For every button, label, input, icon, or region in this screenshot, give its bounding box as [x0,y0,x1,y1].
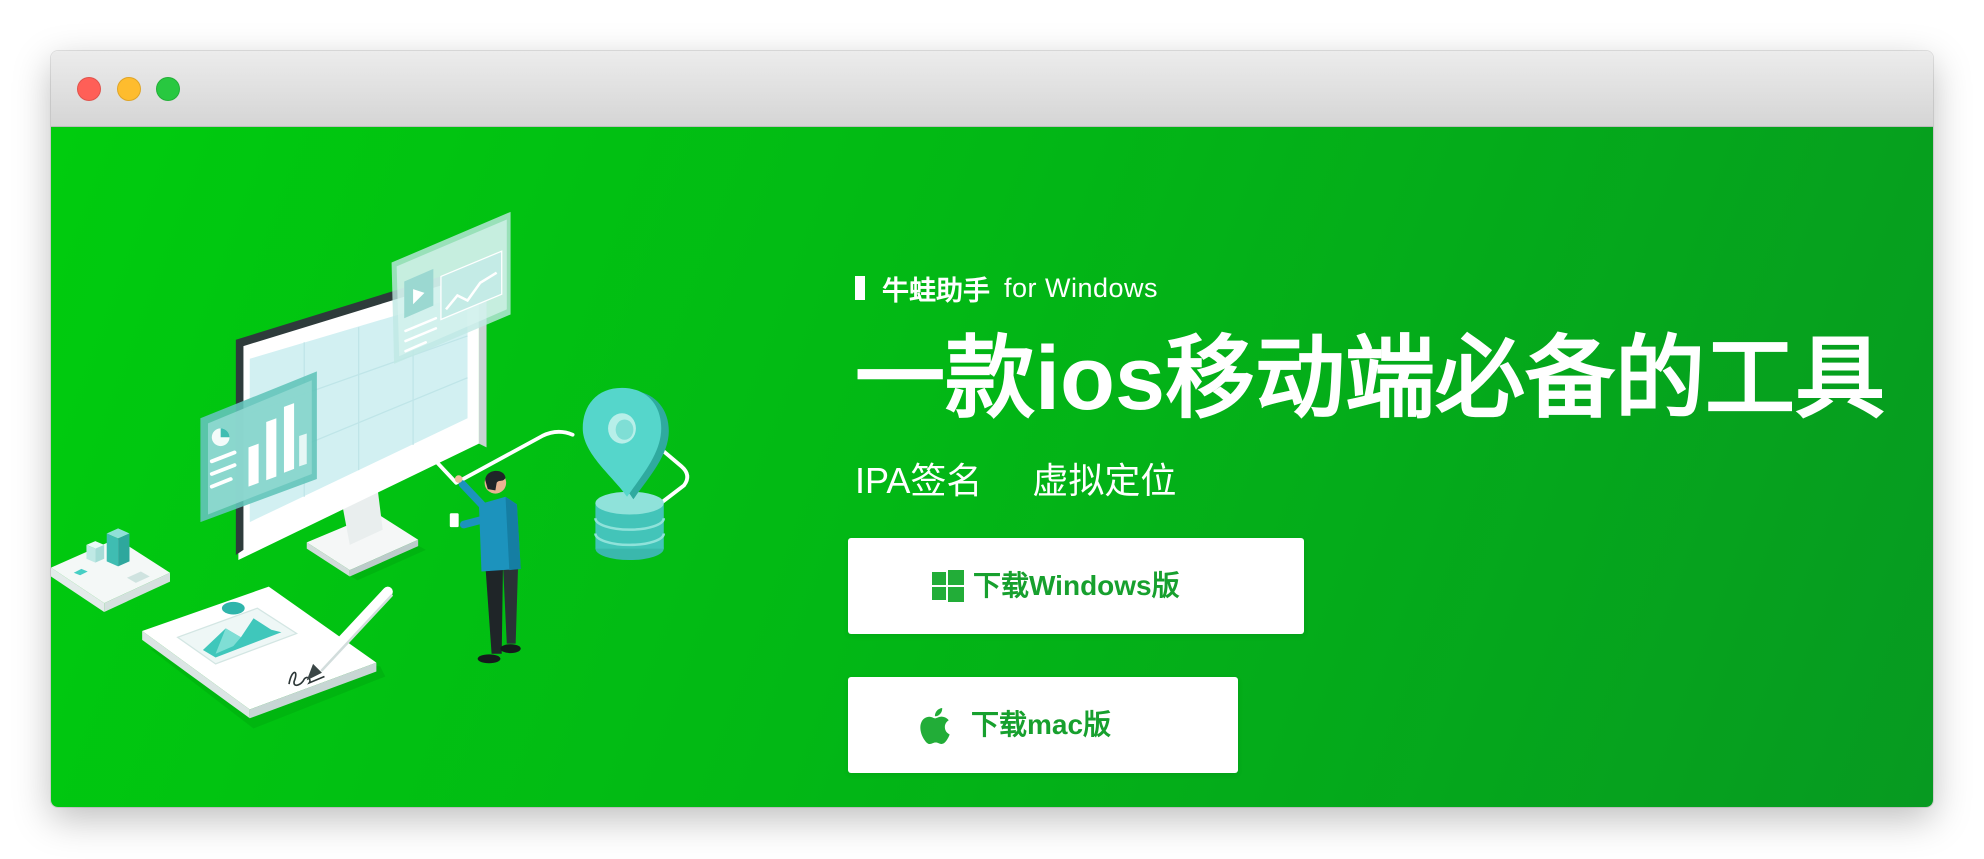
minimize-button[interactable] [117,77,141,101]
windows-pane [932,572,946,585]
windows-pane [948,570,964,585]
apple-icon [920,708,950,744]
download-windows-label: 下载Windows版 [973,570,1180,601]
person-leg [485,563,503,654]
windows-pane [948,587,964,602]
download-mac-label: 下载mac版 [971,709,1112,740]
tablet-badge [221,601,245,615]
browser-window: 牛蛙助手 for Windows 一款ios移动端必备的工具 IPA签名 虚拟定… [51,51,1933,807]
person-figure [449,470,521,664]
phone-icon [449,513,459,528]
card-bar [283,403,295,473]
hero-banner: 牛蛙助手 for Windows 一款ios移动端必备的工具 IPA签名 虚拟定… [51,127,1933,807]
person-arm [459,515,487,529]
person-arm-raised [458,480,488,511]
card-bar [248,443,259,487]
person-shoe [500,644,521,654]
window-titlebar [51,51,1933,127]
download-mac-button[interactable]: 下载mac版 [848,677,1238,773]
download-windows-button[interactable]: 下载Windows版 [848,538,1304,634]
zoom-button[interactable] [156,77,180,101]
cube-left [106,533,119,567]
feature-list: IPA签名 虚拟定位 [855,459,1176,503]
hero-headline: 一款ios移动端必备的工具 [855,329,1886,429]
platform-label: for Windows [1004,272,1159,303]
location-pin-icon [582,387,669,500]
apple-shape [920,708,950,744]
windows-icon [932,570,964,602]
windows-pane [932,587,946,600]
hero-illustration [51,211,690,729]
feature-item: 虚拟定位 [1032,460,1177,501]
person-shoe [477,654,501,664]
document-tablet [142,586,393,729]
pin-hole-inner [615,419,634,440]
feature-item: IPA签名 [855,460,983,501]
product-tagline: 牛蛙助手 for Windows [855,272,1159,306]
database-top [595,491,664,515]
card-bar [266,418,277,481]
close-button[interactable] [77,77,101,101]
card-bar [299,433,307,467]
cube-right [118,533,130,567]
database-icon [594,491,666,561]
platform-with-cubes [51,528,171,612]
person-hand [454,475,463,483]
person-leg [502,562,519,644]
tagline-marker [855,276,865,300]
product-name: 牛蛙助手 [882,275,990,306]
